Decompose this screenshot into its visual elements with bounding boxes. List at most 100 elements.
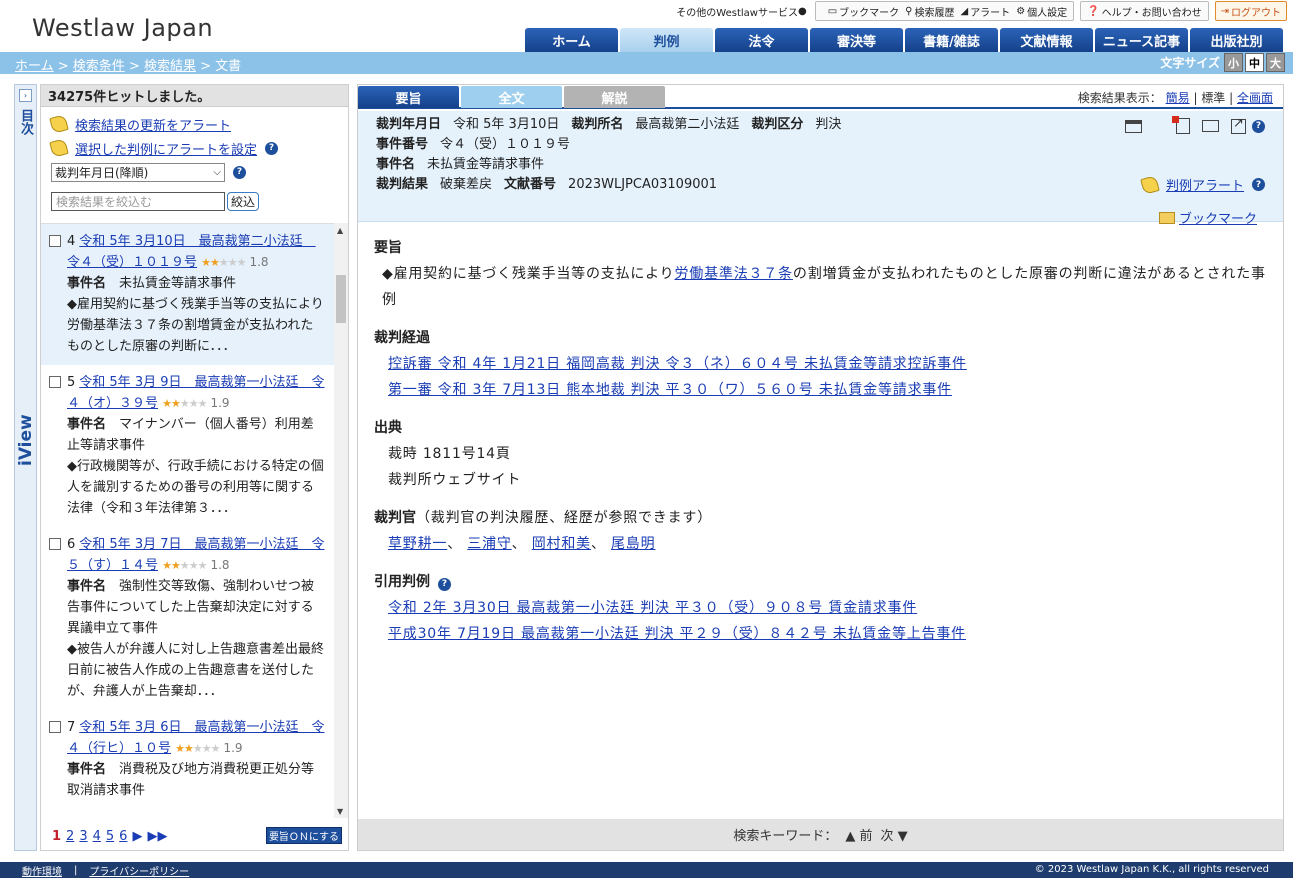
judge-link[interactable]: 三浦守	[467, 536, 511, 552]
alert-selected-link[interactable]: 選択した判例にアラートを設定	[75, 139, 257, 158]
print-icon[interactable]	[1125, 119, 1142, 133]
font-size-small-button[interactable]: 小	[1224, 53, 1243, 72]
page-3[interactable]: 3	[79, 829, 87, 844]
display-full-link[interactable]: 全画面	[1237, 91, 1273, 105]
scroll-up-icon[interactable]: ▲	[337, 226, 343, 235]
logout-icon: ⇥	[1220, 5, 1229, 17]
privacy-link[interactable]: プライバシーポリシー	[89, 863, 189, 878]
alert-icon	[49, 114, 69, 134]
alert-update-link[interactable]: 検索結果の更新をアラート	[75, 115, 231, 134]
scroll-down-icon[interactable]: ▼	[337, 807, 343, 816]
gear-icon: ⚙	[1016, 5, 1026, 17]
alert-icon	[49, 138, 69, 158]
tab-full-text[interactable]: 全文	[461, 86, 562, 108]
list-item[interactable]: 5 令和 5年 3月 9日 最高裁第一小法廷 令４（オ）３９号 ★★★★★ 1.9 …	[41, 365, 334, 527]
alert-icon	[1140, 174, 1160, 195]
results-controls: 検索結果の更新をアラート 選択した判例にアラートを設定? 裁判年月日(降順) ⌵?…	[41, 107, 348, 213]
cited-case-link[interactable]: 平成30年 7月19日 最高裁第一小法廷 判決 平２９（受）８４２号 未払賃金等…	[388, 626, 966, 642]
section-judges-title: 裁判官（裁判官の判決履歴、経歴が参照できます）	[374, 510, 712, 526]
summary-toggle-button[interactable]: 要旨ＯＮにする	[266, 827, 342, 844]
page-1[interactable]: 1	[52, 829, 61, 844]
history-link-first-instance[interactable]: 第一審 令和 3年 7月13日 熊本地裁 判決 平３０（ワ）５６０号 未払賃金等…	[388, 382, 952, 398]
settings-link[interactable]: ⚙ 個人設定	[1016, 4, 1067, 19]
case-alert-link[interactable]: 判例アラート	[1166, 175, 1244, 194]
font-size-medium-button[interactable]: 中	[1245, 53, 1264, 72]
cited-case-link[interactable]: 令和 2年 3月30日 最高裁第一小法廷 判決 平３０（受）９０８号 賃金請求事…	[388, 600, 917, 616]
rating-stars: ★★★★★	[201, 256, 246, 269]
breadcrumb-home[interactable]: ホーム	[15, 59, 54, 74]
help-link[interactable]: ❓ ヘルプ・お問い合わせ	[1080, 1, 1209, 21]
keyword-next-button[interactable]: 次 ▼	[881, 825, 908, 844]
result-checkbox[interactable]	[49, 376, 61, 388]
section-summary-title: 要旨	[374, 240, 402, 256]
help-icon[interactable]: ?	[1252, 178, 1265, 191]
list-item[interactable]: 7 令和 5年 3月 6日 最高裁第一小法廷 令４（行ヒ）１０号 ★★★★★ 1.9…	[41, 710, 334, 809]
result-summary: ◆行政機関等が、行政手続における特定の個人を識別するための番号の利用等に関する法…	[67, 459, 324, 516]
tab-commentary[interactable]: 解説	[564, 86, 665, 108]
display-standard[interactable]: 標準	[1201, 91, 1225, 105]
tab-decisions[interactable]: 審決等	[810, 28, 903, 52]
document-panel: 要旨 全文 解説 検索結果表示： 簡易 | 標準 | 全画面 裁判年月日 令和 5…	[357, 84, 1284, 851]
share-icon[interactable]	[1231, 116, 1246, 134]
results-scrollbar[interactable]: ▲ ▼	[334, 223, 348, 818]
display-simple-link[interactable]: 簡易	[1166, 91, 1190, 105]
judge-link[interactable]: 尾島明	[611, 536, 655, 552]
result-checkbox[interactable]	[49, 235, 61, 247]
section-history-title: 裁判経過	[374, 330, 430, 346]
tab-news[interactable]: ニュース記事	[1095, 28, 1188, 52]
result-checkbox[interactable]	[49, 721, 61, 733]
last-page-icon[interactable]: ▶▶	[147, 829, 167, 844]
env-link[interactable]: 動作環境	[22, 863, 62, 878]
tab-cases[interactable]: 判例	[620, 28, 713, 52]
next-page-icon[interactable]: ▶	[132, 829, 142, 844]
list-item[interactable]: 4 令和 5年 3月10日 最高裁第二小法廷 令４（受）１０１９号 ★★★★★ 1.…	[41, 224, 334, 365]
rating-value: 1.9	[210, 396, 230, 410]
page-6[interactable]: 6	[119, 829, 127, 844]
page-4[interactable]: 4	[93, 829, 101, 844]
play-icon: ●	[797, 5, 807, 17]
chevron-down-icon: ⌵	[213, 166, 221, 178]
result-checkbox[interactable]	[49, 538, 61, 550]
breadcrumb-conditions[interactable]: 検索条件	[73, 59, 125, 74]
logout-button[interactable]: ⇥ ログアウト	[1214, 1, 1287, 21]
results-panel: 34275件ヒットしました。 検索結果の更新をアラート 選択した判例にアラートを…	[40, 84, 349, 851]
font-size-label: 文字サイズ	[1160, 56, 1220, 70]
history-link[interactable]: ⚲ 検索履歴	[905, 4, 954, 19]
page-2[interactable]: 2	[66, 829, 74, 844]
tab-literature[interactable]: 文献情報	[1000, 28, 1093, 52]
other-services-link[interactable]: その他のWestlawサービス ●	[676, 4, 808, 19]
judge-link[interactable]: 草野耕一	[388, 536, 447, 552]
tab-publishers[interactable]: 出版社別	[1190, 28, 1283, 52]
filter-input[interactable]: 検索結果を絞込む	[51, 191, 225, 211]
filter-button[interactable]: 絞込	[227, 191, 260, 211]
breadcrumb-results[interactable]: 検索結果	[144, 59, 196, 74]
bookmark-link[interactable]: ブックマーク	[1179, 208, 1257, 227]
result-summary: ◆雇用契約に基づく残業手当等の支払により労働基準法３７条の割増賃金が支払われたも…	[67, 297, 324, 354]
judge-link[interactable]: 岡村和美	[532, 536, 591, 552]
bookmark-link[interactable]: ▭ ブックマーク	[828, 4, 899, 19]
tab-books[interactable]: 書籍/雑誌	[905, 28, 998, 52]
help-icon[interactable]: ?	[265, 141, 279, 155]
sort-select[interactable]: 裁判年月日(降順) ⌵	[51, 162, 225, 182]
font-size-large-button[interactable]: 大	[1266, 53, 1285, 72]
help-icon[interactable]: ?	[1252, 119, 1265, 133]
breadcrumb: ホーム > 検索条件 > 検索結果 > 文書	[15, 59, 242, 74]
help-icon[interactable]: ?	[233, 165, 246, 179]
iview-toggle-button[interactable]: ›	[19, 89, 32, 102]
tab-statutes[interactable]: 法令	[715, 28, 808, 52]
page-5[interactable]: 5	[106, 829, 114, 844]
history-link-appeal[interactable]: 控訴審 令和 4年 1月21日 福岡高裁 判決 令３（ネ）６０４号 未払賃金等請…	[388, 356, 967, 372]
keyword-prev-button[interactable]: ▲ 前	[845, 825, 872, 844]
scroll-thumb[interactable]	[336, 275, 346, 323]
download-icon[interactable]	[1172, 116, 1190, 134]
tab-home[interactable]: ホーム	[525, 28, 618, 52]
alert-link[interactable]: ◢ アラート	[960, 4, 1010, 19]
statute-link[interactable]: 労働基準法３７条	[675, 266, 793, 282]
iview-toc-label[interactable]: 目次	[17, 109, 35, 135]
help-icon[interactable]: ?	[438, 577, 451, 591]
mail-icon[interactable]	[1202, 120, 1219, 132]
summary-text: ◆雇用契約に基づく残業手当等の支払により労働基準法３７条の割増賃金が支払われたも…	[382, 266, 1266, 308]
result-title-link[interactable]: 令和 5年 3月10日 最高裁第二小法廷 令４（受）１０１９号	[67, 234, 316, 270]
tab-summary[interactable]: 要旨	[358, 86, 459, 108]
list-item[interactable]: 6 令和 5年 3月 7日 最高裁第一小法廷 令５（す）１４号 ★★★★★ 1.8 …	[41, 527, 334, 710]
